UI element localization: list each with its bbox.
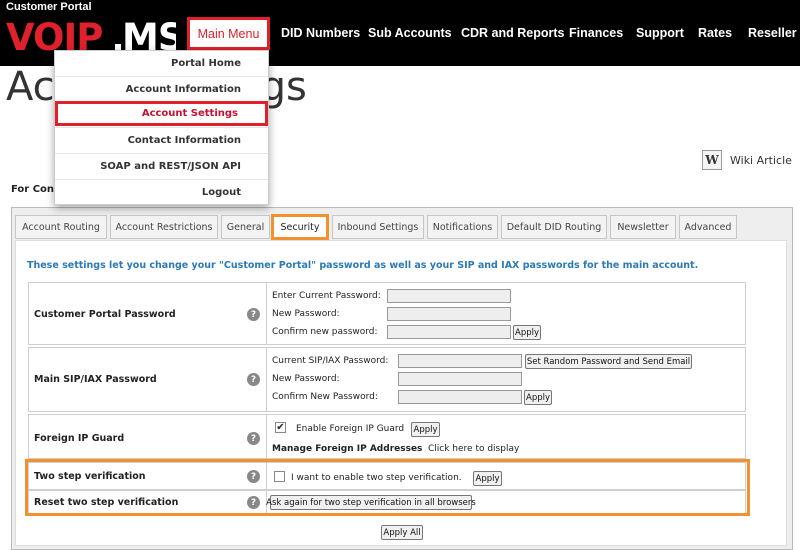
apply-all-button[interactable]: Apply All bbox=[381, 525, 423, 540]
tab-security[interactable]: Security bbox=[271, 214, 329, 240]
sip-iax-password-label: Main SIP/IAX Password bbox=[34, 374, 157, 385]
nav-reseller[interactable]: Reseller bbox=[748, 26, 797, 40]
wiki-article-label: Wiki Article bbox=[730, 153, 792, 167]
nav-did-numbers[interactable]: DID Numbers bbox=[281, 26, 360, 40]
security-intro-text: These settings let you change your "Cust… bbox=[27, 260, 699, 271]
tab-notifications[interactable]: Notifications bbox=[427, 215, 498, 239]
ask-again-two-step-button[interactable]: Ask again for two step verification in a… bbox=[266, 495, 476, 510]
manage-foreign-ip-link[interactable]: Click here to display bbox=[428, 444, 519, 454]
confirm-sip-password-input[interactable] bbox=[398, 390, 522, 404]
nav-support[interactable]: Support bbox=[636, 26, 684, 40]
confirm-password-input[interactable] bbox=[387, 325, 511, 339]
nav-finances[interactable]: Finances bbox=[569, 26, 623, 40]
tab-account-restrictions[interactable]: Account Restrictions bbox=[110, 215, 218, 239]
new-sip-password-label: New Password: bbox=[272, 374, 340, 384]
set-random-password-button[interactable]: Set Random Password and Send Email bbox=[525, 354, 692, 369]
current-password-label: Enter Current Password: bbox=[272, 291, 381, 301]
tab-advanced[interactable]: Advanced bbox=[679, 215, 737, 239]
menu-item-contact-information[interactable]: Contact Information bbox=[55, 127, 268, 152]
main-menu-dropdown: Portal Home Account Information Account … bbox=[54, 50, 269, 205]
two-step-verification-label: Two step verification bbox=[34, 471, 146, 482]
menu-item-logout[interactable]: Logout bbox=[55, 179, 268, 204]
menu-item-soap-rest-api[interactable]: SOAP and REST/JSON API bbox=[55, 153, 268, 178]
current-password-input[interactable] bbox=[387, 289, 511, 303]
new-password-label: New Password: bbox=[272, 309, 340, 319]
help-icon[interactable]: ? bbox=[247, 470, 260, 483]
menu-item-account-settings[interactable]: Account Settings bbox=[55, 101, 268, 126]
main-menu-button[interactable]: Main Menu bbox=[187, 17, 270, 50]
menu-item-portal-home[interactable]: Portal Home bbox=[55, 51, 268, 76]
help-icon[interactable]: ? bbox=[247, 496, 260, 509]
row-two-step-verification: Two step verification ? I want to enable… bbox=[28, 462, 746, 490]
tab-inbound-settings[interactable]: Inbound Settings bbox=[332, 215, 424, 239]
two-step-apply-button[interactable]: Apply bbox=[473, 471, 502, 486]
row-sip-iax-password: Main SIP/IAX Password ? Current SIP/IAX … bbox=[28, 347, 746, 412]
row-reset-two-step: Reset two step verification ? Ask again … bbox=[28, 490, 746, 514]
new-sip-password-input[interactable] bbox=[398, 372, 522, 386]
manage-foreign-ip-label: Manage Foreign IP Addresses bbox=[272, 444, 423, 454]
tab-newsletter[interactable]: Newsletter bbox=[610, 215, 676, 239]
two-step-checkbox-label: I want to enable two step verification. bbox=[291, 473, 462, 483]
foreign-ip-apply-button[interactable]: Apply bbox=[411, 422, 440, 437]
foreign-ip-guard-checkbox[interactable]: ✔ bbox=[275, 422, 286, 433]
portal-password-apply-button[interactable]: Apply bbox=[513, 325, 541, 340]
help-icon[interactable]: ? bbox=[247, 308, 260, 321]
new-password-input[interactable] bbox=[387, 307, 511, 321]
current-sip-password-input[interactable] bbox=[398, 354, 522, 368]
nav-rates[interactable]: Rates bbox=[698, 26, 732, 40]
sip-password-apply-button[interactable]: Apply bbox=[524, 390, 552, 405]
tab-account-routing[interactable]: Account Routing bbox=[15, 215, 107, 239]
tab-default-did-routing[interactable]: Default DID Routing bbox=[501, 215, 607, 239]
current-sip-password-label: Current SIP/IAX Password: bbox=[272, 356, 389, 366]
two-step-checkbox[interactable] bbox=[274, 471, 285, 482]
reset-two-step-label: Reset two step verification bbox=[34, 497, 179, 508]
menu-item-account-information[interactable]: Account Information bbox=[55, 76, 268, 101]
nav-cdr-and-reports[interactable]: CDR and Reports bbox=[461, 26, 564, 40]
row-divider bbox=[266, 348, 267, 411]
confirm-sip-password-label: Confirm New Password: bbox=[272, 392, 378, 402]
wikipedia-icon: W bbox=[702, 150, 722, 170]
portal-label: Customer Portal bbox=[6, 1, 92, 13]
customer-portal-password-label: Customer Portal Password bbox=[34, 309, 176, 320]
help-icon[interactable]: ? bbox=[247, 373, 260, 386]
row-foreign-ip-guard: Foreign IP Guard ? ✔ Enable Foreign IP G… bbox=[28, 414, 746, 459]
row-divider bbox=[266, 463, 267, 489]
foreign-ip-guard-checkbox-label: Enable Foreign IP Guard bbox=[296, 424, 405, 434]
wiki-article-link[interactable]: W Wiki Article bbox=[702, 150, 792, 170]
foreign-ip-guard-label: Foreign IP Guard bbox=[34, 433, 125, 444]
tab-general[interactable]: General bbox=[221, 215, 270, 239]
nav-sub-accounts[interactable]: Sub Accounts bbox=[368, 26, 452, 40]
row-customer-portal-password: Customer Portal Password ? Enter Current… bbox=[28, 282, 746, 345]
confirm-password-label: Confirm new password: bbox=[272, 327, 378, 337]
help-icon[interactable]: ? bbox=[247, 432, 260, 445]
row-divider bbox=[266, 415, 267, 458]
row-divider bbox=[266, 283, 267, 344]
